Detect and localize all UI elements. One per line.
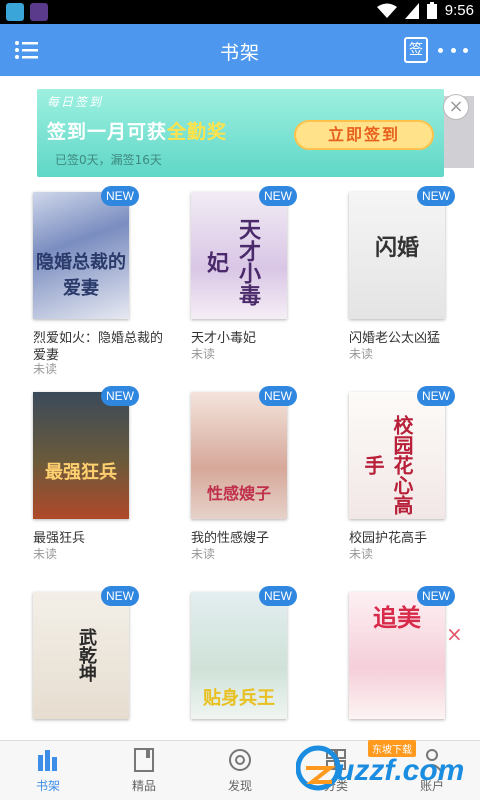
- book-title: 烈爱如火：隐婚总裁的爱妻: [33, 331, 164, 363]
- book-cover[interactable]: 校园花心高手: [349, 392, 445, 519]
- banner-close-button[interactable]: ×: [443, 94, 469, 120]
- nav-label: 书架: [35, 779, 60, 793]
- top-bar: 书架 签: [0, 24, 480, 76]
- new-badge: NEW: [259, 586, 297, 606]
- banner-subtext: 已签0天，漏签16天: [55, 153, 162, 167]
- compass-icon: [229, 749, 251, 771]
- banner-heading: 每日签到: [47, 95, 104, 109]
- app-notification-icon: [6, 3, 24, 21]
- nav-featured[interactable]: 精品: [96, 741, 192, 800]
- book-status: 未读: [191, 347, 216, 361]
- close-icon: ×: [446, 622, 463, 646]
- cover-title: 校园花心高手: [361, 415, 414, 515]
- new-badge: NEW: [101, 386, 139, 406]
- more-dot-icon: [450, 47, 456, 53]
- book-cover[interactable]: 闪婚: [349, 192, 445, 319]
- close-icon: ×: [448, 96, 464, 117]
- book-status: 未读: [33, 547, 58, 561]
- watermark-text: uzzf.com: [336, 754, 465, 787]
- bookshelf-icon: [38, 750, 57, 771]
- book-status: 未读: [191, 547, 216, 561]
- new-badge: NEW: [101, 586, 139, 606]
- book-cover[interactable]: 性感嫂子: [191, 392, 287, 519]
- cover-title: 闪婚: [374, 236, 419, 261]
- book-cover[interactable]: 武乾坤: [33, 592, 129, 719]
- book-cover[interactable]: 最强狂兵: [33, 392, 129, 519]
- new-badge: NEW: [101, 186, 139, 206]
- cover-title: 性感嫂子: [206, 484, 271, 503]
- more-dot-icon: [463, 47, 468, 53]
- book-cover[interactable]: 隐婚总裁的爱妻: [33, 192, 129, 319]
- cover-title: 贴身兵王: [203, 688, 275, 709]
- new-badge: NEW: [259, 386, 297, 406]
- sign-in-banner[interactable]: 每日签到 签到一月可获全勤奖 已签0天，漏签16天 立即签到: [37, 89, 444, 177]
- nav-label: 发现: [227, 779, 252, 793]
- sign-in-button[interactable]: 签: [404, 37, 428, 63]
- book-status: 未读: [33, 362, 58, 376]
- sign-in-now-button[interactable]: 立即签到: [294, 120, 434, 150]
- more-dot-icon: [438, 47, 443, 53]
- cover-title: 天才小毒妃: [203, 218, 260, 306]
- new-badge: NEW: [417, 586, 455, 606]
- new-badge: NEW: [417, 186, 455, 206]
- battery-icon: [426, 2, 437, 19]
- book-cover[interactable]: 贴身兵王: [191, 592, 287, 719]
- book-cover[interactable]: 追美: [349, 592, 445, 719]
- banner-main-text: 签到一月可获全勤奖: [47, 117, 227, 144]
- banner-main-prefix: 签到一月可获: [47, 121, 168, 143]
- book-cover[interactable]: 天才小毒妃: [191, 192, 287, 319]
- watermark: 东坡下载 uzzf.com: [296, 738, 476, 798]
- new-badge: NEW: [417, 386, 455, 406]
- banner-main-highlight: 全勤奖: [167, 121, 228, 143]
- new-badge: NEW: [259, 186, 297, 206]
- more-options-button[interactable]: [438, 38, 468, 62]
- signal-icon: [404, 2, 419, 19]
- cover-title: 最强狂兵: [45, 462, 117, 483]
- book-status: 未读: [349, 347, 374, 361]
- wifi-icon: [376, 3, 397, 18]
- cover-title: 武乾坤: [76, 628, 97, 682]
- sign-in-icon: 签: [409, 42, 423, 58]
- nav-label: 精品: [131, 779, 156, 793]
- status-bar: 9:56: [0, 0, 480, 24]
- book-icon: [134, 748, 154, 772]
- cover-title: 隐婚总裁的爱妻: [36, 252, 126, 299]
- game-notification-icon: [30, 3, 48, 21]
- nav-discover[interactable]: 发现: [192, 741, 288, 800]
- status-time: 9:56: [444, 2, 474, 19]
- book-status: 未读: [349, 547, 374, 561]
- nav-bookshelf[interactable]: 书架: [0, 741, 96, 800]
